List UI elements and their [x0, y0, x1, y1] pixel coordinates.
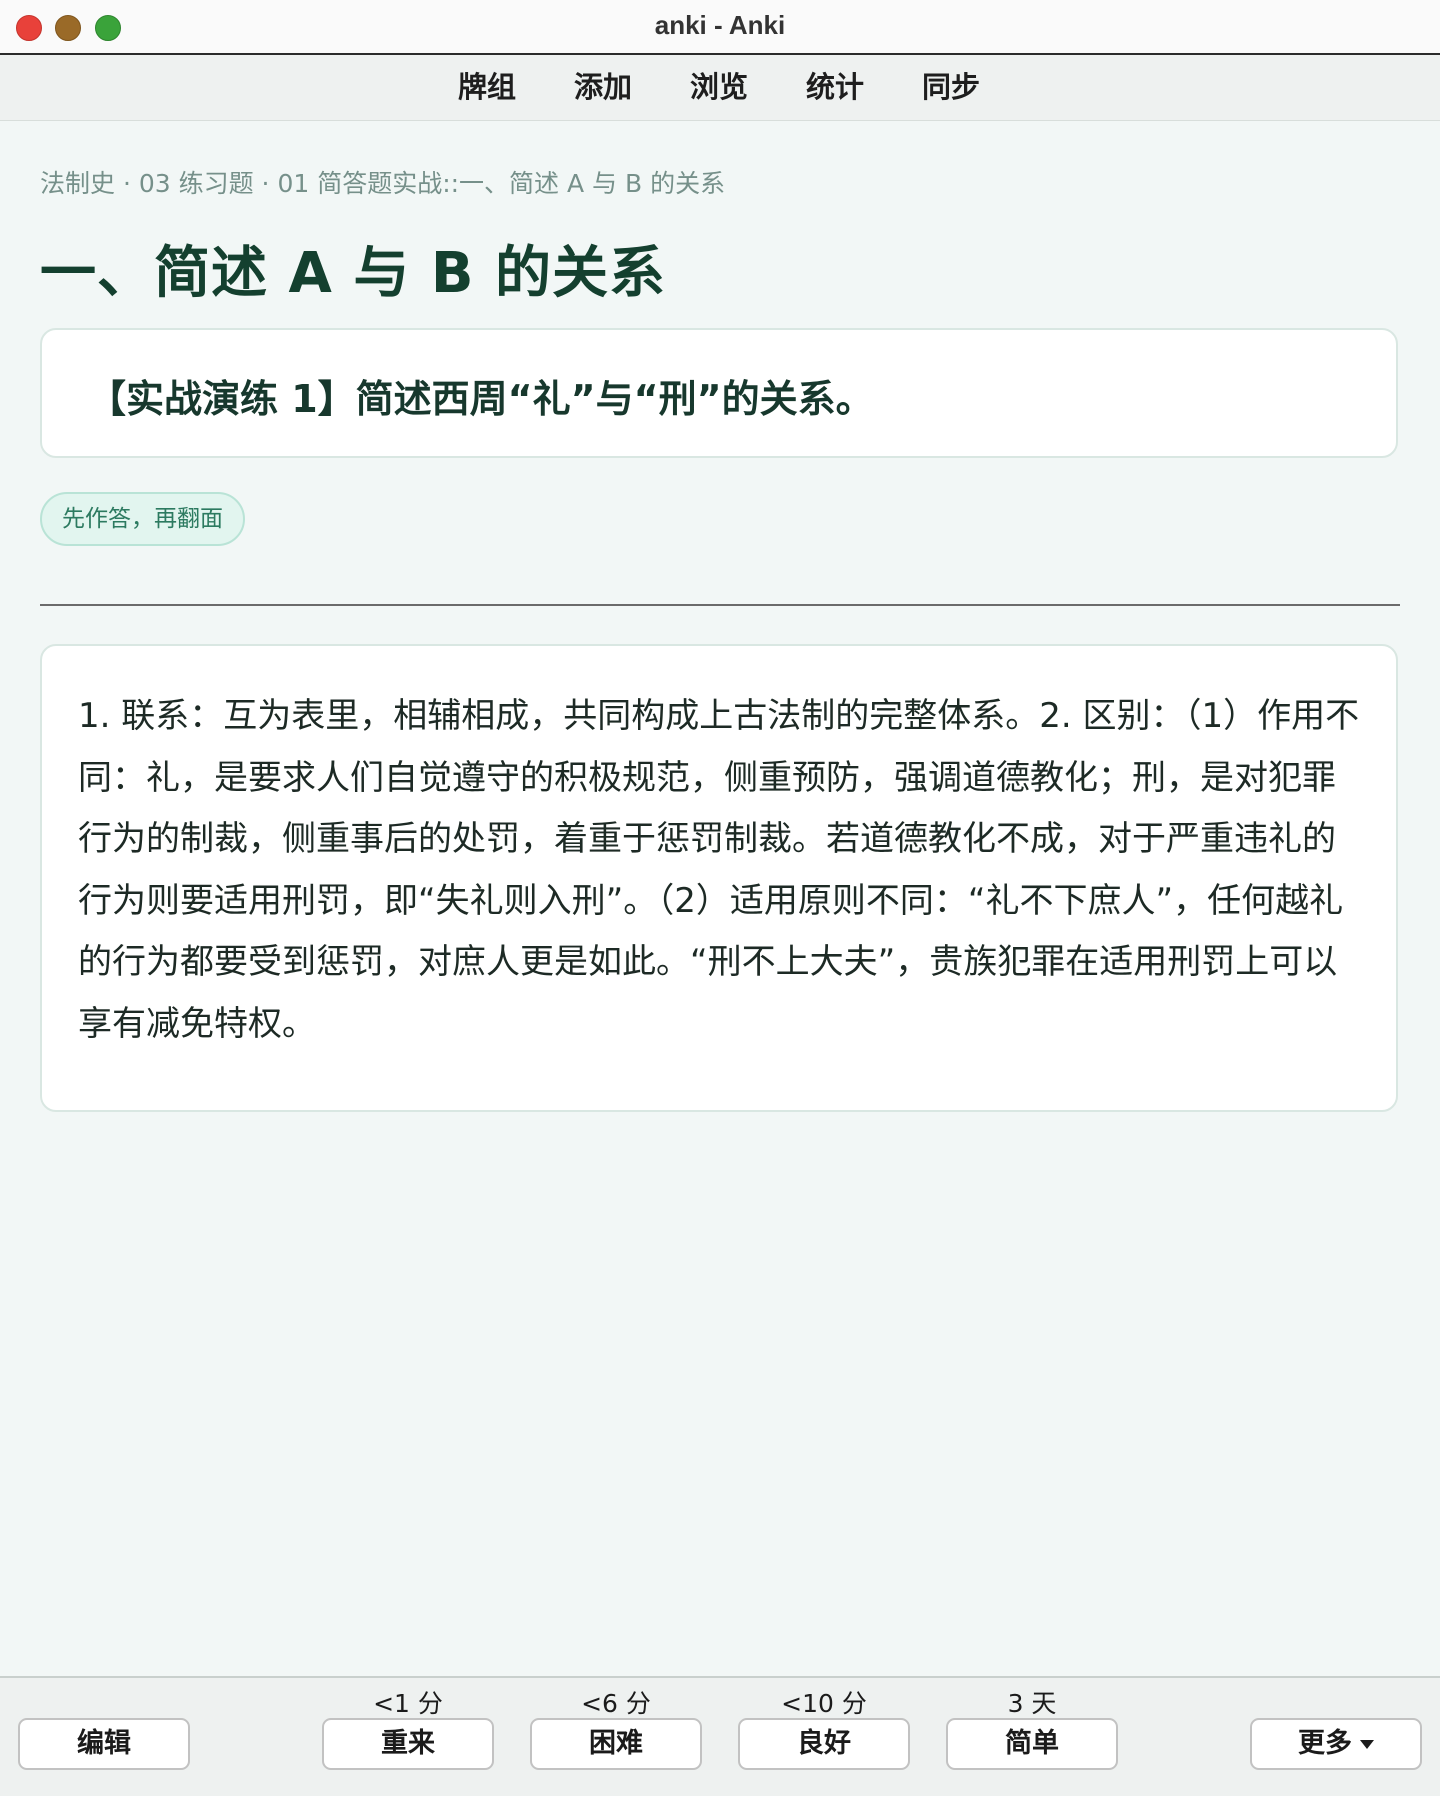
again-interval: <1 分 [373, 1689, 443, 1718]
answer-divider [40, 604, 1400, 606]
toolbar-decks-button[interactable]: 牌组 [447, 69, 527, 105]
toolbar-sync-button[interactable]: 同步 [911, 69, 991, 105]
card-heading: 一、简述 A 与 B 的关系 [40, 241, 667, 306]
toolbar-stats-button[interactable]: 统计 [795, 69, 875, 105]
easy-interval: 3 天 [1007, 1689, 1057, 1718]
answer-card: 1. 联系：互为表里，相辅相成，共同构成上古法制的完整体系。2. 区别：（1）作… [40, 644, 1398, 1112]
good-interval: <10 分 [781, 1689, 867, 1718]
good-button[interactable]: 良好 [738, 1718, 910, 1770]
toolbar-add-button[interactable]: 添加 [563, 69, 643, 105]
hint-badge: 先作答，再翻面 [40, 492, 245, 546]
hard-interval: <6 分 [581, 1689, 651, 1718]
title-bar: anki - Anki [0, 0, 1440, 55]
chevron-down-icon [1360, 1740, 1374, 1749]
window-title: anki - Anki [654, 10, 786, 40]
again-button[interactable]: 重来 [322, 1718, 494, 1770]
answer-button-bar: 编辑 <1 分 重来 <6 分 困难 <10 分 良好 3 天 简单 更多 [0, 1676, 1440, 1796]
main-toolbar: 牌组 添加 浏览 统计 同步 [0, 55, 1440, 121]
deck-path: 法制史 · 03 练习题 · 01 简答题实战::一、简述 A 与 B 的关系 [40, 169, 726, 198]
question-card: 【实战演练 1】简述西周“礼”与“刑”的关系。 [40, 328, 1398, 458]
hard-button[interactable]: 困难 [530, 1718, 702, 1770]
answer-text: 1. 联系：互为表里，相辅相成，共同构成上古法制的完整体系。2. 区别：（1）作… [78, 696, 1360, 1044]
more-button[interactable]: 更多 [1250, 1718, 1422, 1770]
edit-button[interactable]: 编辑 [18, 1718, 190, 1770]
more-label: 更多 [1298, 1728, 1352, 1759]
question-text: 【实战演练 1】简述西周“礼”与“刑”的关系。 [88, 377, 874, 421]
toolbar-browse-button[interactable]: 浏览 [679, 69, 759, 105]
easy-button[interactable]: 简单 [946, 1718, 1118, 1770]
